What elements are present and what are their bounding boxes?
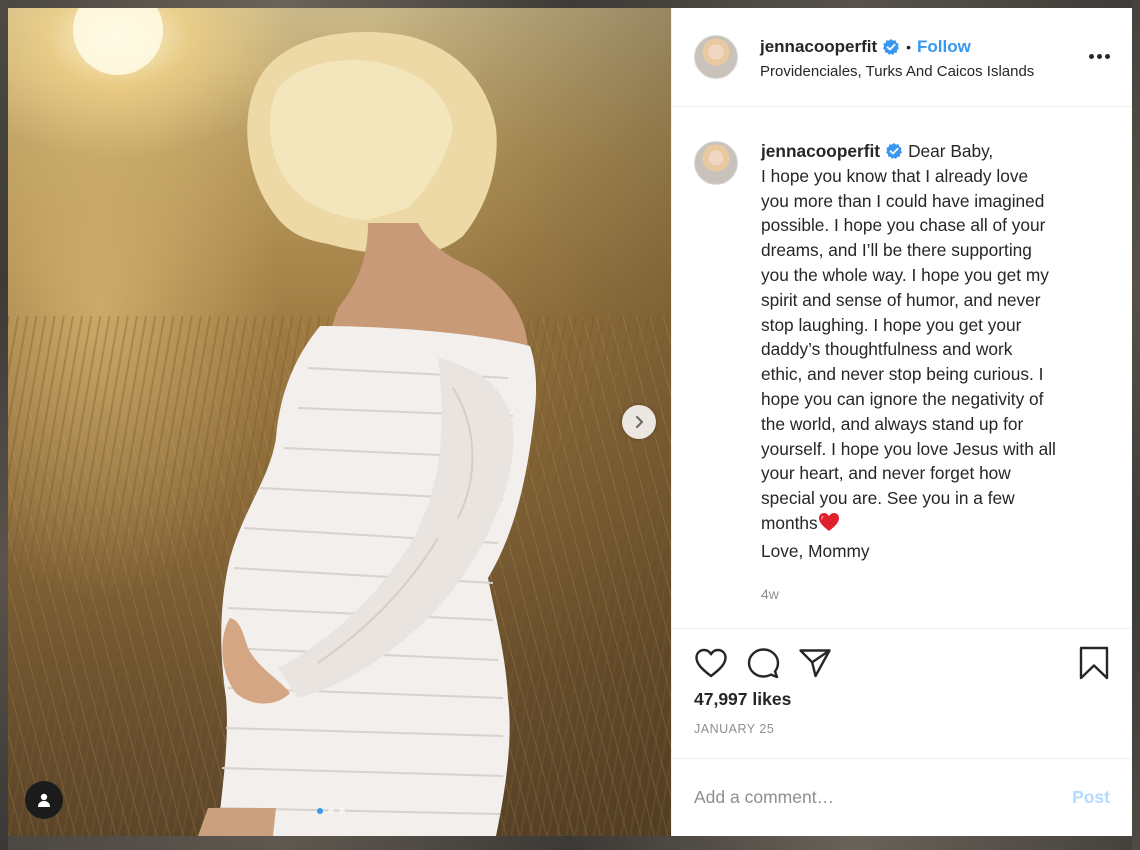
caption-area: jennacooperfit Dear Baby, I hope you kno… bbox=[672, 107, 1132, 628]
caption-line-5: dreams, and I’ll be there supporting bbox=[761, 240, 1032, 261]
background-page-top bbox=[0, 0, 1140, 8]
caption-line-11: hope you can ignore the negativity of bbox=[761, 388, 1044, 409]
chevron-right-icon bbox=[635, 415, 644, 429]
verified-badge-icon bbox=[882, 38, 900, 56]
post-actions: 47,997 likes JANUARY 25 bbox=[672, 628, 1132, 758]
comment-input[interactable] bbox=[694, 787, 1073, 808]
follow-button[interactable]: Follow bbox=[917, 37, 971, 57]
caption-line-15: special you are. See you in a few bbox=[761, 488, 1015, 509]
tagged-users-button[interactable] bbox=[25, 781, 63, 819]
comment-button[interactable] bbox=[746, 647, 780, 679]
caption-line-7: spirit and sense of humor, and never bbox=[761, 289, 1041, 310]
caption-line-14: your heart, and never forget how bbox=[761, 463, 1011, 484]
carousel-dot-2 bbox=[328, 808, 334, 814]
share-button[interactable] bbox=[798, 647, 832, 679]
carousel-dot-3 bbox=[339, 808, 345, 814]
carousel-dot-1 bbox=[317, 808, 323, 814]
comment-icon bbox=[747, 648, 780, 679]
photo-subject-figure bbox=[73, 8, 537, 836]
background-page-right bbox=[1132, 0, 1140, 850]
caption-line-9: daddy’s thoughtfulness and work bbox=[761, 339, 1013, 360]
caption-username-link[interactable]: jennacooperfit bbox=[761, 141, 880, 161]
save-button[interactable] bbox=[1078, 646, 1110, 680]
avatar[interactable] bbox=[694, 35, 738, 79]
background-page-left bbox=[0, 0, 8, 850]
carousel-next-button[interactable] bbox=[622, 405, 656, 439]
verified-badge-icon bbox=[885, 142, 903, 160]
caption-line-4: possible. I hope you chase all of your bbox=[761, 215, 1046, 236]
red-heart-emoji-icon bbox=[818, 512, 840, 539]
post-modal: jennacooperfit • Follow Providenciales, … bbox=[8, 8, 1132, 836]
carousel-dots bbox=[317, 808, 345, 814]
caption-line-8: stop laughing. I hope you get your bbox=[761, 314, 1022, 335]
more-options-icon[interactable] bbox=[1089, 54, 1110, 59]
post-photo[interactable] bbox=[8, 8, 671, 836]
bookmark-icon bbox=[1079, 646, 1109, 680]
location-link[interactable]: Providenciales, Turks And Caicos Islands bbox=[760, 63, 1034, 80]
heart-icon bbox=[695, 648, 727, 678]
post-date[interactable]: JANUARY 25 bbox=[694, 722, 1110, 736]
caption-line-17: Love, Mommy bbox=[761, 540, 870, 561]
header-separator: • bbox=[906, 38, 912, 55]
header-username-link[interactable]: jennacooperfit bbox=[760, 37, 877, 57]
post-comment-button[interactable]: Post bbox=[1072, 787, 1110, 808]
caption-line-3: you more than I could have imagined bbox=[761, 190, 1045, 211]
caption-line-16: months bbox=[761, 512, 818, 533]
share-icon bbox=[799, 649, 831, 678]
post-header: jennacooperfit • Follow Providenciales, … bbox=[672, 8, 1132, 107]
comment-box: Post bbox=[672, 758, 1132, 836]
caption-line-10: ethic, and never stop being curious. I bbox=[761, 364, 1044, 385]
caption-text: jennacooperfit Dear Baby, I hope you kno… bbox=[761, 139, 1091, 564]
caption-avatar[interactable] bbox=[694, 141, 738, 185]
caption-line-1: Dear Baby, bbox=[908, 141, 994, 161]
caption-line-12: the world, and always stand up for bbox=[761, 413, 1024, 434]
likes-count[interactable]: 47,997 likes bbox=[694, 689, 1110, 710]
like-button[interactable] bbox=[694, 647, 728, 679]
post-side-panel: jennacooperfit • Follow Providenciales, … bbox=[671, 8, 1132, 836]
user-tag-icon bbox=[38, 793, 50, 807]
caption-time-ago[interactable]: 4w bbox=[761, 586, 1110, 602]
caption-line-2: I hope you know that I already love bbox=[761, 165, 1029, 186]
caption-line-6: you the whole way. I hope you get my bbox=[761, 264, 1049, 285]
background-page-bottom bbox=[0, 836, 1140, 850]
caption-line-13: yourself. I hope you love Jesus with all bbox=[761, 438, 1056, 459]
